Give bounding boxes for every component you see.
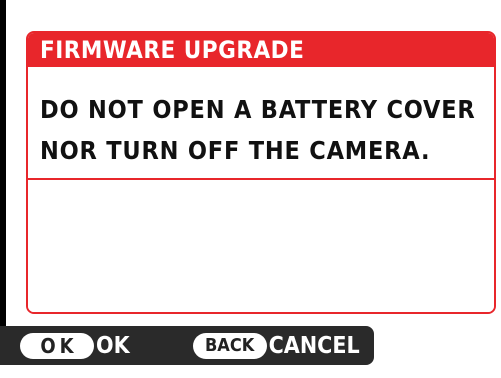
dialog-title: FIRMWARE UPGRADE: [28, 33, 494, 67]
button-guide-bar: OK OK BACK CANCEL: [0, 326, 374, 365]
back-key-icon: BACK: [192, 332, 267, 359]
cancel-button-label: CANCEL: [268, 332, 360, 359]
camera-screen: FIRMWARE UPGRADE DO NOT OPEN A BATTERY C…: [0, 0, 501, 378]
ok-button-label: OK: [96, 332, 130, 359]
dialog-message: DO NOT OPEN A BATTERY COVER NOR TURN OFF…: [28, 67, 494, 180]
dialog-message-line1: DO NOT OPEN A BATTERY COVER: [40, 95, 476, 124]
screen-frame-left: [0, 0, 6, 326]
dialog-empty-area: [28, 180, 494, 312]
ok-button[interactable]: OK OK: [20, 326, 130, 365]
ok-key-icon: OK: [20, 332, 94, 359]
cancel-button[interactable]: BACK CANCEL: [192, 326, 360, 365]
dialog-message-line2: NOR TURN OFF THE CAMERA.: [40, 136, 431, 165]
firmware-upgrade-dialog: FIRMWARE UPGRADE DO NOT OPEN A BATTERY C…: [26, 31, 496, 314]
